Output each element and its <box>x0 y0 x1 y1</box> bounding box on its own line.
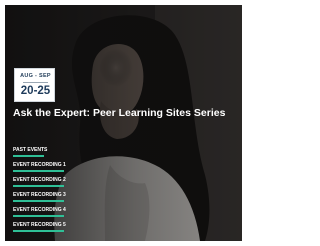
link-event-recording-2[interactable]: EVENT RECORDING 2 <box>13 177 66 187</box>
link-underline <box>13 185 64 187</box>
date-divider <box>23 82 48 83</box>
date-month-range: AUG - SEP <box>20 73 51 79</box>
link-label: PAST EVENTS <box>13 147 48 153</box>
link-underline <box>13 155 44 157</box>
date-badge: AUG - SEP 20-25 <box>14 68 55 102</box>
link-event-recording-4[interactable]: EVENT RECORDING 4 <box>13 207 66 217</box>
link-label: EVENT RECORDING 2 <box>13 177 66 183</box>
link-underline <box>13 170 64 172</box>
event-title: Ask the Expert: Peer Learning Sites Seri… <box>13 107 226 119</box>
link-event-recording-3[interactable]: EVENT RECORDING 3 <box>13 192 66 202</box>
date-day-range: 20-25 <box>20 85 51 97</box>
link-event-recording-1[interactable]: EVENT RECORDING 1 <box>13 162 66 172</box>
link-label: EVENT RECORDING 5 <box>13 222 66 228</box>
link-label: EVENT RECORDING 4 <box>13 207 66 213</box>
link-underline <box>13 200 64 202</box>
event-banner: AUG - SEP 20-25 Ask the Expert: Peer Lea… <box>5 5 242 241</box>
link-label: EVENT RECORDING 3 <box>13 192 66 198</box>
link-underline <box>13 215 64 217</box>
link-event-recording-5[interactable]: EVENT RECORDING 5 <box>13 222 66 232</box>
link-label: EVENT RECORDING 1 <box>13 162 66 168</box>
link-past-events[interactable]: PAST EVENTS <box>13 147 48 157</box>
background-photo <box>5 5 242 241</box>
link-underline <box>13 230 64 232</box>
